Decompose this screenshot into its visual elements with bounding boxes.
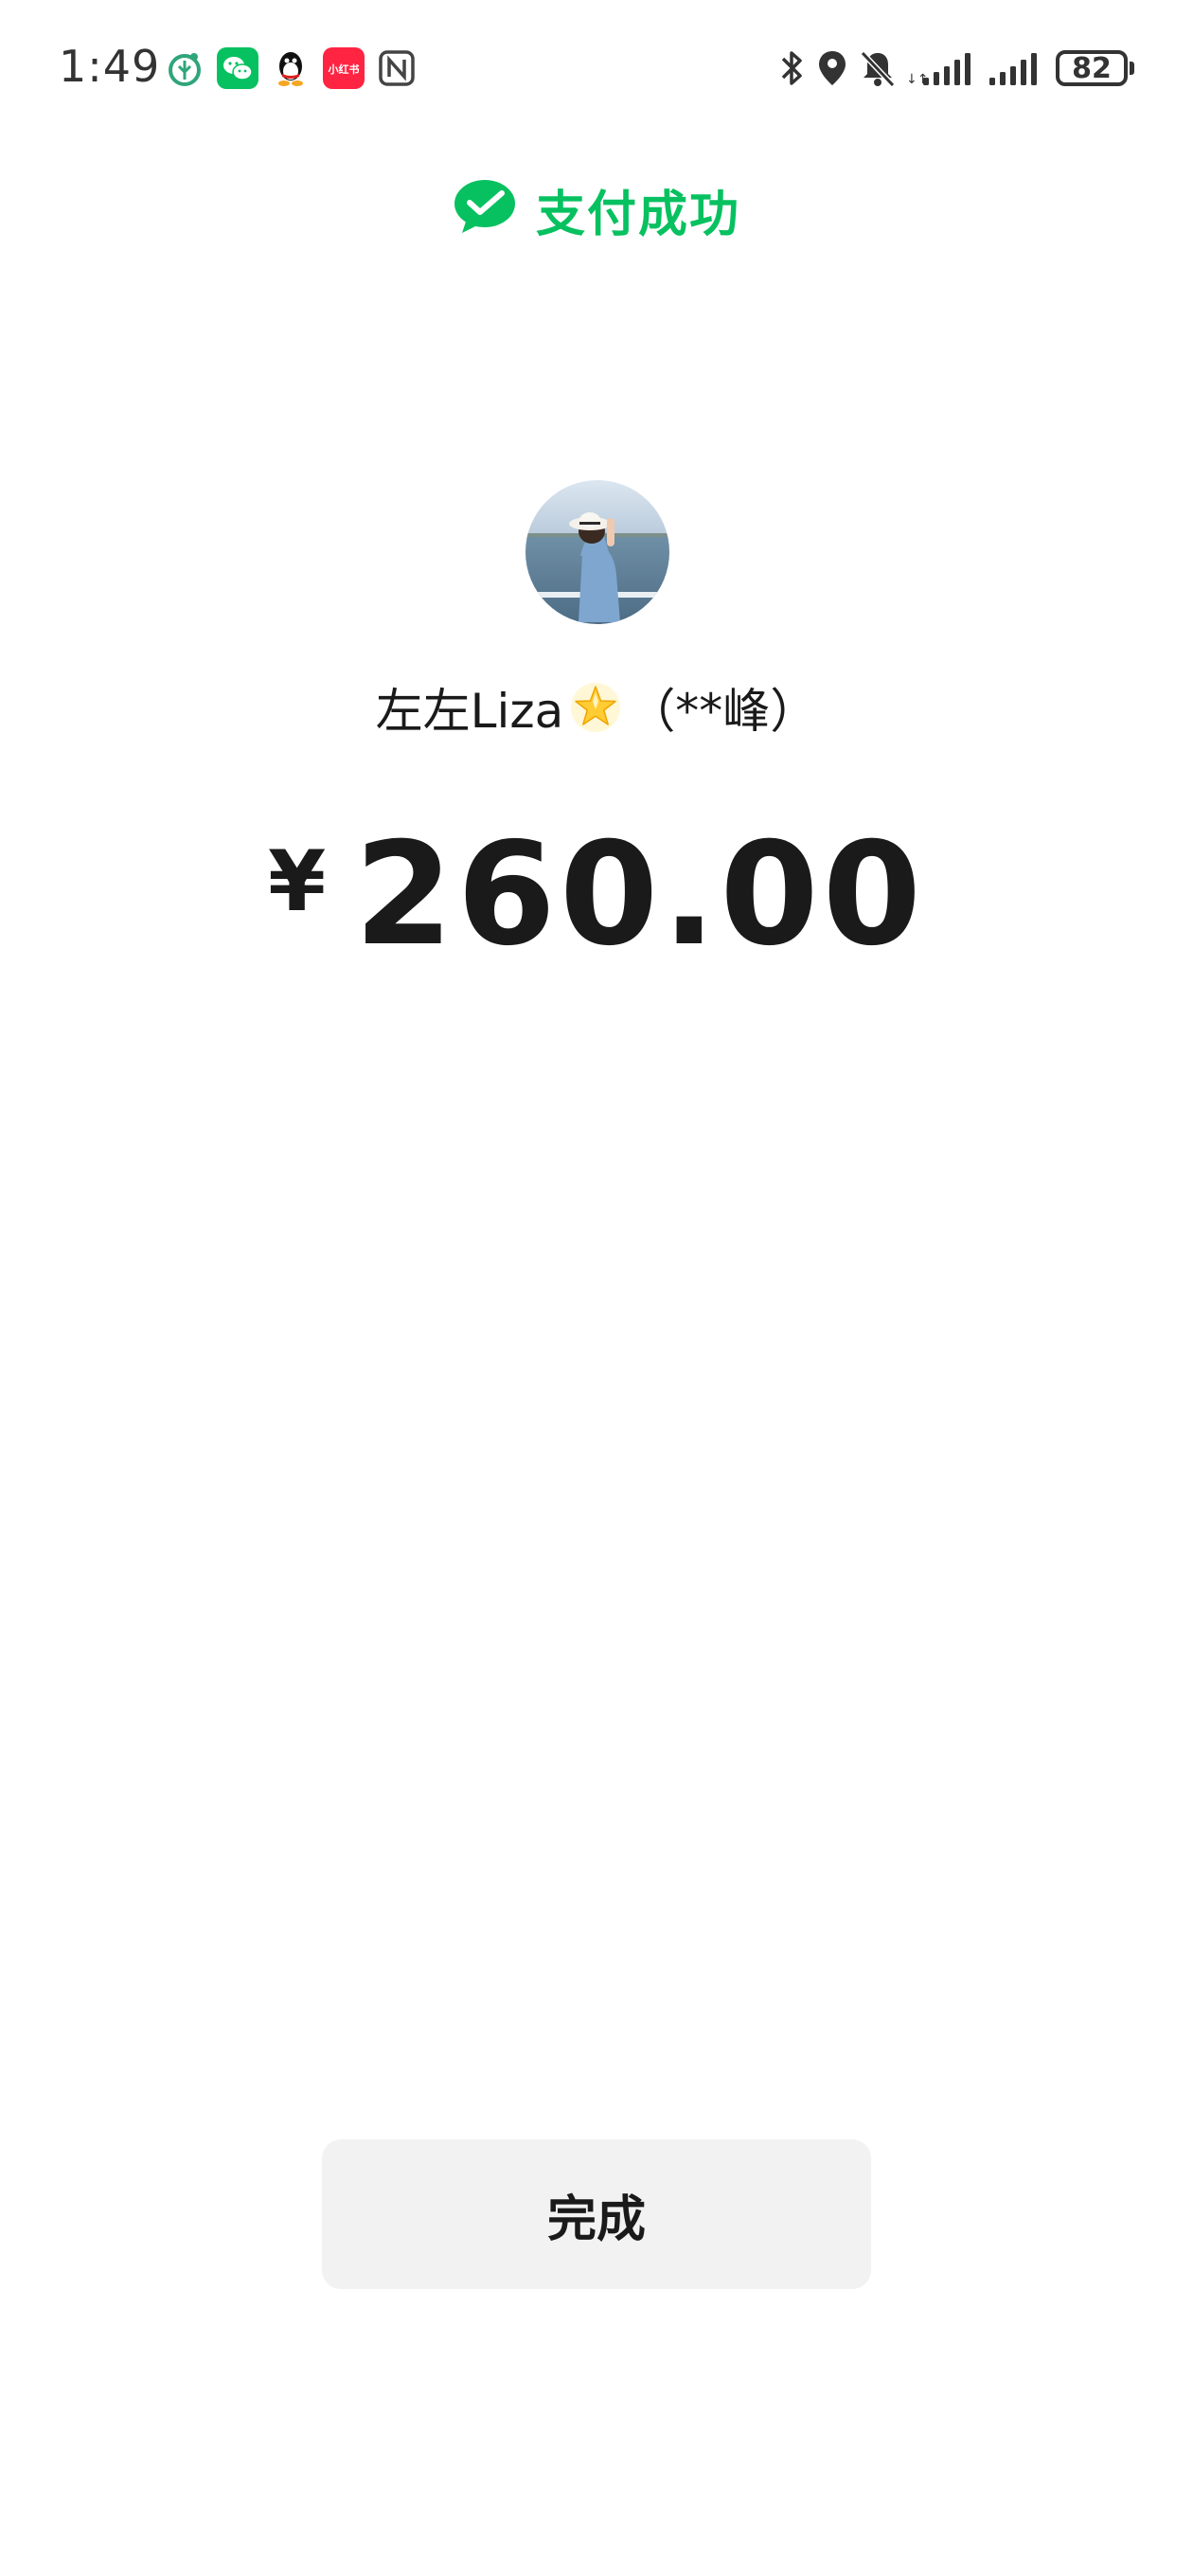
status-time: 1:49 — [59, 41, 161, 92]
qq-icon — [272, 47, 310, 89]
signal-1-icon: ↓↑ — [906, 47, 978, 89]
amount-value: 260.00 — [354, 813, 926, 977]
payee-name-line: 左左Liza （**峰） — [0, 674, 1193, 741]
battery-tip — [1130, 62, 1134, 75]
nfc-icon — [378, 49, 416, 87]
glowing-star-icon — [569, 681, 622, 734]
system-icons: ↓↑ 82 — [777, 42, 1134, 95]
wechat-pay-check-icon — [453, 178, 517, 241]
payment-result-header: 支付成功 — [0, 176, 1193, 243]
mute-icon — [859, 47, 897, 89]
done-button[interactable]: 完成 — [322, 2139, 871, 2289]
payee-nickname: 左左Liza — [375, 684, 564, 739]
eco-app-icon — [166, 49, 204, 87]
page-title: 支付成功 — [535, 186, 740, 243]
payment-success-screen: 1:49 小红书 ↓↑ 82 支付成功 左左Liza （**峰） ¥ 260.0… — [0, 0, 1193, 2576]
wechat-icon — [217, 47, 258, 89]
battery-level: 82 — [1056, 50, 1128, 86]
location-icon — [815, 47, 849, 89]
currency-symbol: ¥ — [267, 832, 327, 930]
status-bar: 1:49 小红书 ↓↑ 82 — [0, 0, 1193, 133]
payee-real-name: （**峰） — [628, 684, 818, 739]
signal-2-icon — [988, 47, 1046, 89]
bluetooth-icon — [777, 47, 806, 89]
payment-amount: ¥ 260.00 — [0, 813, 1193, 977]
xiaohongshu-label: 小红书 — [328, 63, 360, 76]
payee-avatar — [525, 480, 669, 624]
battery-icon: 82 — [1056, 50, 1134, 86]
notification-icons: 小红书 — [166, 45, 416, 91]
xiaohongshu-icon: 小红书 — [323, 47, 365, 89]
